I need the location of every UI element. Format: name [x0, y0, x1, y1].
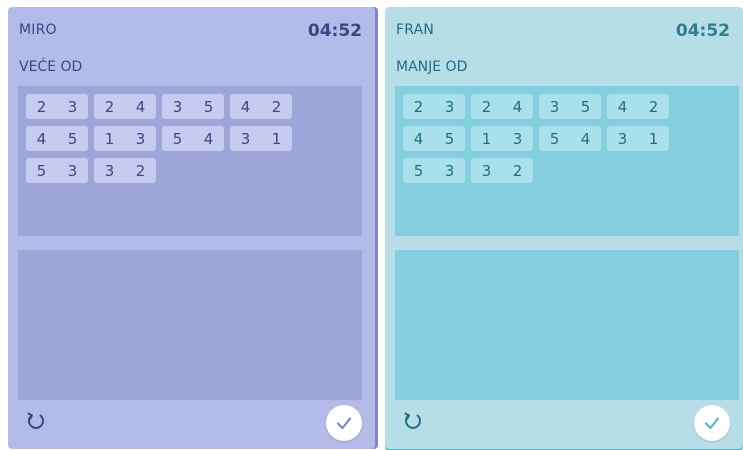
pair-second-number: 2 — [135, 161, 146, 180]
player-panel-fran: FRAN 04:52 MANJE OD 23243542451354315332 — [385, 7, 743, 449]
pair-first-number: 4 — [240, 97, 251, 116]
pair-second-number: 5 — [444, 129, 455, 148]
pair-first-number: 2 — [413, 97, 424, 116]
number-pair-tile[interactable]: 53 — [403, 158, 465, 183]
pair-second-number: 3 — [444, 97, 455, 116]
number-pairs-area: 23243542451354315332 — [18, 86, 362, 236]
pair-second-number: 3 — [512, 129, 523, 148]
timer: 04:52 — [307, 21, 362, 41]
pair-first-number: 3 — [172, 97, 183, 116]
pair-first-number: 5 — [36, 161, 47, 180]
pair-first-number: 3 — [481, 161, 492, 180]
pair-first-number: 3 — [617, 129, 628, 148]
pair-second-number: 4 — [580, 129, 591, 148]
pair-second-number: 4 — [203, 129, 214, 148]
number-pair-tile[interactable]: 54 — [162, 126, 224, 151]
number-pair-tile[interactable]: 35 — [539, 94, 601, 119]
pair-second-number: 5 — [580, 97, 591, 116]
pair-second-number: 2 — [512, 161, 523, 180]
number-pair-tile[interactable]: 53 — [26, 158, 88, 183]
pair-second-number: 4 — [512, 97, 523, 116]
number-pair-tile[interactable]: 13 — [471, 126, 533, 151]
pair-second-number: 3 — [444, 161, 455, 180]
number-pair-tile[interactable]: 24 — [94, 94, 156, 119]
pair-second-number: 3 — [135, 129, 146, 148]
pair-first-number: 2 — [104, 97, 115, 116]
pair-second-number: 2 — [648, 97, 659, 116]
pair-second-number: 4 — [135, 97, 146, 116]
number-pair-tile[interactable]: 32 — [471, 158, 533, 183]
refresh-icon[interactable] — [25, 410, 47, 432]
pair-second-number: 3 — [67, 161, 78, 180]
pair-first-number: 3 — [104, 161, 115, 180]
number-pair-tile[interactable]: 42 — [230, 94, 292, 119]
pair-second-number: 1 — [271, 129, 282, 148]
pair-first-number: 1 — [104, 129, 115, 148]
number-pair-tile[interactable]: 24 — [471, 94, 533, 119]
task-label: MANJE OD — [396, 59, 468, 75]
number-pair-tile[interactable]: 35 — [162, 94, 224, 119]
pair-second-number: 3 — [67, 97, 78, 116]
number-pair-tile[interactable]: 31 — [230, 126, 292, 151]
number-pair-tile[interactable]: 13 — [94, 126, 156, 151]
number-pairs-area: 23243542451354315332 — [395, 86, 739, 236]
pair-second-number: 5 — [67, 129, 78, 148]
pair-first-number: 5 — [413, 161, 424, 180]
number-pair-tile[interactable]: 31 — [607, 126, 669, 151]
confirm-button[interactable] — [326, 405, 362, 441]
player-name: MIRO — [19, 22, 57, 38]
pair-first-number: 3 — [240, 129, 251, 148]
refresh-icon[interactable] — [402, 410, 424, 432]
pair-second-number: 2 — [271, 97, 282, 116]
pair-first-number: 1 — [481, 129, 492, 148]
checkmark-icon — [704, 417, 720, 430]
timer: 04:52 — [675, 21, 730, 41]
pair-second-number: 1 — [648, 129, 659, 148]
number-pair-tile[interactable]: 45 — [26, 126, 88, 151]
player-name: FRAN — [396, 22, 435, 38]
number-pair-tile[interactable]: 54 — [539, 126, 601, 151]
pair-first-number: 2 — [36, 97, 47, 116]
pair-first-number: 4 — [36, 129, 47, 148]
pair-first-number: 5 — [172, 129, 183, 148]
checkmark-icon — [336, 417, 352, 430]
player-panel-miro: MIRO 04:52 VEĆE OD 23243542451354315332 — [8, 7, 375, 449]
answer-drop-area[interactable] — [395, 250, 739, 400]
pair-first-number: 3 — [549, 97, 560, 116]
number-pair-tile[interactable]: 32 — [94, 158, 156, 183]
number-pair-tile[interactable]: 45 — [403, 126, 465, 151]
answer-drop-area[interactable] — [18, 250, 362, 400]
pair-first-number: 2 — [481, 97, 492, 116]
number-pair-tile[interactable]: 23 — [403, 94, 465, 119]
number-pair-tile[interactable]: 23 — [26, 94, 88, 119]
pair-second-number: 5 — [203, 97, 214, 116]
confirm-button[interactable] — [694, 405, 730, 441]
pair-first-number: 5 — [549, 129, 560, 148]
task-label: VEĆE OD — [19, 59, 83, 75]
number-pair-tile[interactable]: 42 — [607, 94, 669, 119]
pair-first-number: 4 — [413, 129, 424, 148]
pair-first-number: 4 — [617, 97, 628, 116]
